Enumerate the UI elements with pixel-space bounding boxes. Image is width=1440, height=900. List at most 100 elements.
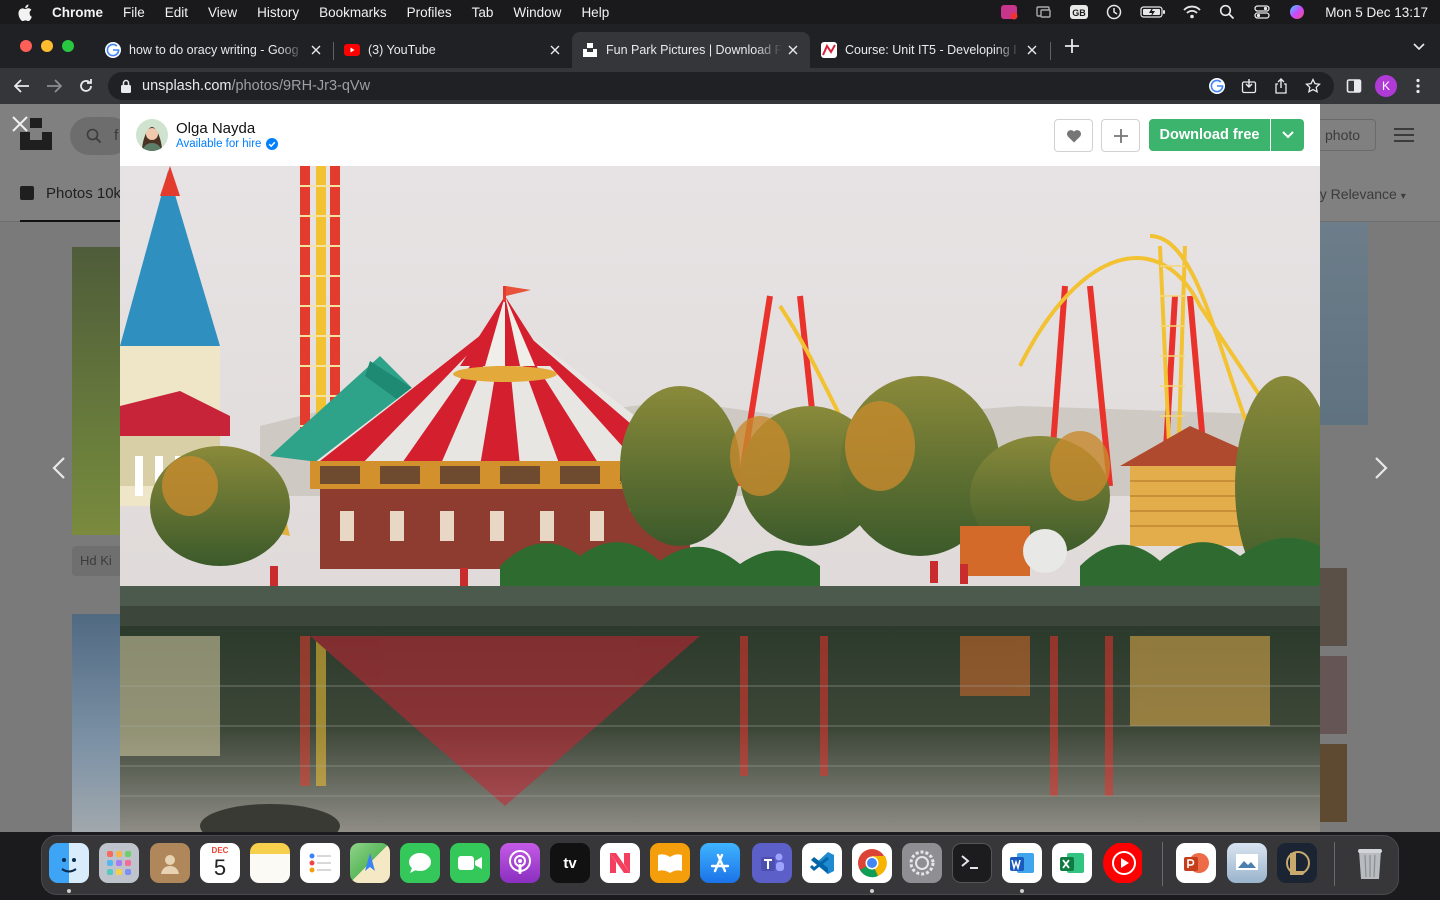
dock-excel-icon[interactable] [1052,843,1092,883]
address-url[interactable]: unsplash.com/photos/9RH-Jr3-qVw [142,78,370,94]
like-button[interactable] [1054,119,1093,152]
dock-launchpad-icon[interactable] [99,843,139,883]
new-tab-icon[interactable] [1062,36,1082,56]
dock-trash-icon[interactable] [1350,843,1390,883]
tab-course[interactable]: Course: Unit IT5 - Developing I [811,32,1049,68]
plus-icon [1113,128,1128,143]
dock-chrome-icon[interactable] [852,843,892,883]
tab-photos[interactable]: Photos 10k [20,166,132,222]
dock-podcasts-icon[interactable] [500,843,540,883]
menu-help[interactable]: Help [581,5,609,20]
result-thumbnail[interactable] [1320,222,1368,425]
menu-window[interactable]: Window [513,5,561,20]
google-lens-icon[interactable] [1209,78,1225,94]
zoom-window-button[interactable] [62,40,74,52]
sort-dropdown[interactable]: by Relevance ▾ [1312,186,1406,202]
search-icon [86,128,102,144]
dock-youtube-music-icon[interactable] [1102,843,1142,883]
lock-icon[interactable] [120,79,132,93]
photographer-name[interactable]: Olga Nayda [176,120,255,137]
dock-teams-icon[interactable] [752,843,792,883]
result-thumbnail[interactable] [1320,568,1347,646]
dock-word-icon[interactable] [1002,843,1042,883]
dock-messages-icon[interactable] [400,843,440,883]
minimize-window-button[interactable] [41,40,53,52]
dock-powerpoint-icon[interactable] [1176,843,1216,883]
back-icon[interactable] [12,76,32,96]
keyboard-layout-label: GB [1072,8,1086,18]
chrome-menu-icon[interactable] [1408,76,1428,96]
download-free-button[interactable]: Download free [1149,119,1270,151]
verified-check-icon [266,138,279,150]
dock-news-icon[interactable] [600,843,640,883]
dock-app-store-icon[interactable] [700,843,740,883]
download-options-button[interactable] [1271,119,1304,151]
profile-avatar[interactable]: K [1375,75,1397,97]
dock-notes-icon[interactable] [250,843,290,883]
reload-icon[interactable] [76,76,96,96]
dock-reminders-icon[interactable] [300,843,340,883]
forward-icon[interactable] [44,76,64,96]
menu-tab[interactable]: Tab [472,5,494,20]
dock-terminal-icon[interactable] [952,843,992,883]
menu-file[interactable]: File [123,5,145,20]
result-thumbnail[interactable] [1320,656,1347,734]
dock-vscode-icon[interactable] [802,843,842,883]
share-icon[interactable] [1273,78,1289,94]
tab-youtube[interactable]: (3) YouTube [334,32,572,68]
amusement-park-photo[interactable] [120,166,1320,832]
tab-close-icon[interactable] [786,43,800,57]
dock-books-icon[interactable] [650,843,690,883]
add-to-collection-button[interactable] [1101,119,1140,152]
menu-app-name[interactable]: Chrome [52,5,103,20]
battery-icon[interactable] [1140,3,1166,21]
menu-bookmarks[interactable]: Bookmarks [319,5,387,20]
tab-close-icon[interactable] [1025,43,1039,57]
dock-calendar-icon[interactable]: DEC 5 [200,843,240,883]
dock-finder-icon[interactable] [49,843,89,883]
menu-history[interactable]: History [257,5,299,20]
time-machine-icon[interactable] [1105,3,1123,21]
install-app-icon[interactable] [1241,78,1257,94]
close-modal-icon[interactable] [10,114,30,134]
hire-status[interactable]: Available for hire [176,138,279,150]
display-icon[interactable] [1035,3,1053,21]
photo-icon [20,186,34,200]
hamburger-menu-icon[interactable] [1394,128,1414,146]
spotlight-icon[interactable] [1218,3,1236,21]
running-indicator [1020,889,1024,893]
dock-facetime-icon[interactable] [450,843,490,883]
previous-photo-icon[interactable] [47,456,71,480]
dock-system-preferences-icon[interactable] [902,843,942,883]
address-bar[interactable]: unsplash.com/photos/9RH-Jr3-qVw [108,72,1334,100]
next-photo-icon[interactable] [1369,456,1393,480]
control-center-icon[interactable] [1253,3,1271,21]
result-thumbnail[interactable] [1320,744,1347,822]
dock-tv-icon[interactable]: tv [550,843,590,883]
menu-view[interactable]: View [208,5,237,20]
side-panel-icon[interactable] [1344,76,1364,96]
keyboard-layout-icon[interactable]: GB [1070,3,1089,21]
dock-league-of-legends-icon[interactable] [1277,843,1317,883]
menu-edit[interactable]: Edit [165,5,188,20]
bookmark-star-icon[interactable] [1305,78,1321,94]
result-thumbnail[interactable] [72,247,120,535]
menu-clock[interactable]: Mon 5 Dec 13:17 [1325,5,1428,20]
result-thumbnail[interactable] [72,614,120,832]
tab-close-icon[interactable] [548,43,562,57]
menu-profiles[interactable]: Profiles [407,5,452,20]
apple-icon[interactable] [18,4,36,21]
dock-maps-icon[interactable] [350,843,390,883]
creative-cloud-icon[interactable] [1000,3,1018,21]
tab-search-chevron-icon[interactable] [1412,40,1426,54]
close-window-button[interactable] [20,40,32,52]
dock-contacts-icon[interactable] [150,843,190,883]
tab-close-icon[interactable] [309,43,323,57]
siri-icon[interactable] [1288,3,1306,21]
wifi-icon[interactable] [1183,3,1201,21]
tab-unsplash-active[interactable]: Fun Park Pictures | Download F [572,32,810,68]
dock-preview-icon[interactable] [1227,843,1267,883]
tab-google-search[interactable]: how to do oracy writing - Goog [95,32,333,68]
sort-label: by Relevance [1312,186,1397,202]
photographer-avatar[interactable] [136,119,168,151]
